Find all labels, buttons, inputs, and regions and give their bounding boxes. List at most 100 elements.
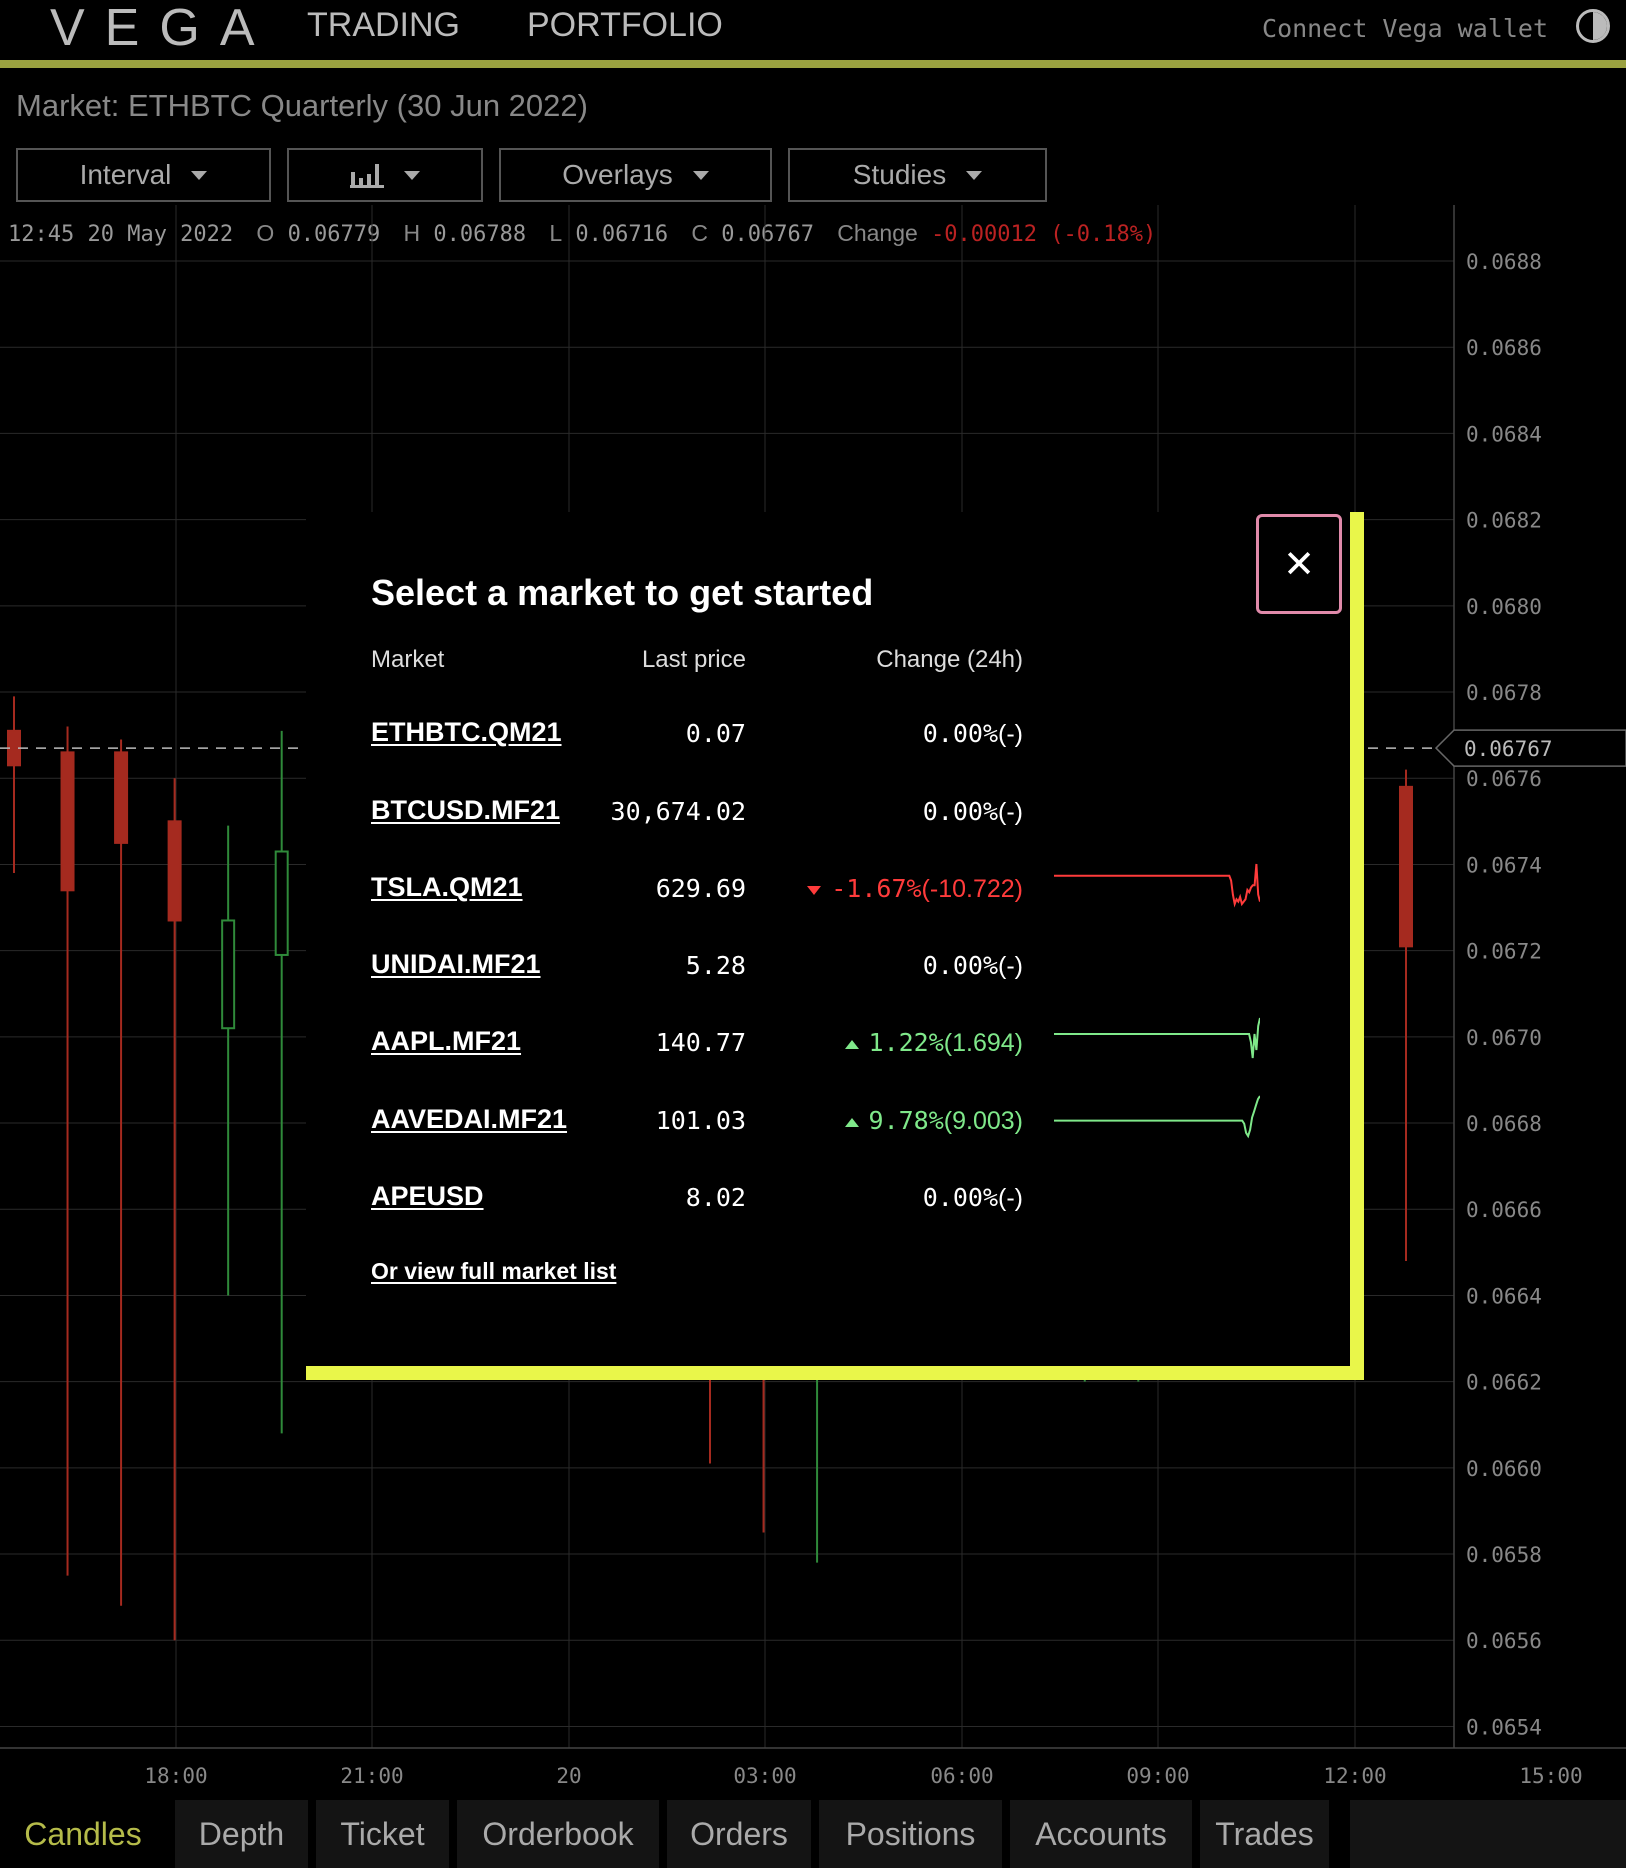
sparkline (1054, 863, 1260, 908)
change-percent: 1.22% (868, 1028, 944, 1057)
tab-trades[interactable]: Trades (1200, 1800, 1329, 1868)
market-link[interactable]: APEUSD (371, 1181, 484, 1212)
tab-depth[interactable]: Depth (175, 1800, 308, 1868)
market-link[interactable]: AAVEDAI.MF21 (371, 1104, 567, 1135)
change-percent: -1.67% (831, 874, 922, 903)
x-tick-label: 15:00 (1519, 1764, 1582, 1788)
change-24h: 9.78%(9.003) (844, 1106, 1023, 1136)
y-tick-label: 0.0676 (1466, 767, 1542, 791)
tab-positions[interactable]: Positions (819, 1800, 1002, 1868)
y-tick-label: 0.0662 (1466, 1371, 1542, 1395)
y-tick-label: 0.0678 (1466, 681, 1542, 705)
nav-portfolio[interactable]: PORTFOLIO (527, 6, 723, 45)
chart-type-dropdown[interactable] (287, 148, 483, 202)
market-title: Market: ETHBTC Quarterly (30 Jun 2022) (16, 88, 588, 123)
market-link[interactable]: TSLA.QM21 (371, 872, 523, 903)
y-tick-label: 0.0660 (1466, 1457, 1542, 1481)
last-price: 629.69 (655, 874, 746, 903)
market-link[interactable]: ETHBTC.QM21 (371, 717, 562, 748)
change-percent: 0.00% (922, 719, 999, 748)
market-row[interactable]: ETHBTC.QM21 0.07 0.00%(-) (0, 717, 1626, 757)
x-tick-label: 18:00 (144, 1764, 207, 1788)
theme-toggle-icon[interactable] (1576, 9, 1610, 43)
y-tick-label: 0.0658 (1466, 1543, 1542, 1567)
vega-logo[interactable]: VEGA (50, 0, 275, 58)
y-tick-label: 0.0686 (1466, 336, 1542, 360)
market-select-modal (306, 512, 1364, 1380)
studies-dropdown[interactable]: Studies (788, 148, 1047, 202)
overlays-dropdown[interactable]: Overlays (499, 148, 772, 202)
change-percent: 9.78% (868, 1106, 944, 1135)
interval-dropdown[interactable]: Interval (16, 148, 271, 202)
last-price: 101.03 (655, 1106, 746, 1135)
chevron-down-icon (404, 170, 420, 180)
chevron-down-icon (191, 170, 208, 180)
tab-accounts[interactable]: Accounts (1010, 1800, 1192, 1868)
market-row[interactable]: BTCUSD.MF21 30,674.02 0.00%(-) (0, 795, 1626, 835)
change-absolute: (-) (998, 952, 1023, 980)
sparkline-path (1054, 1095, 1260, 1139)
close-icon: ✕ (1283, 542, 1315, 586)
x-tick-label: 12:00 (1323, 1764, 1386, 1788)
x-tick-label: 03:00 (733, 1764, 796, 1788)
change-24h: 0.00%(-) (923, 719, 1023, 749)
header-last-price: Last price (641, 646, 746, 673)
nav-trading[interactable]: TRADING (307, 6, 460, 45)
last-price: 0.07 (685, 719, 746, 748)
y-tick-label: 0.0654 (1466, 1715, 1542, 1739)
change-24h: 0.00%(-) (923, 797, 1023, 827)
header-change: Change (24h) (876, 646, 1023, 673)
sparkline-path (1054, 863, 1260, 908)
change-24h: 0.00%(-) (923, 951, 1023, 981)
change-absolute: (9.003) (943, 1107, 1023, 1135)
tab-orders[interactable]: Orders (667, 1800, 811, 1868)
panel-tabs: Candles Depth Ticket Orderbook Orders Positio… (0, 1800, 1626, 1868)
last-price: 8.02 (685, 1183, 746, 1212)
market-row[interactable]: TSLA.QM21 629.69 -1.67%(-10.722) (0, 863, 1626, 912)
x-tick-label: 21:00 (340, 1764, 403, 1788)
y-tick-label: 0.0680 (1466, 595, 1542, 619)
market-row[interactable]: UNIDAI.MF21 5.28 0.00%(-) (0, 949, 1626, 989)
change-24h: -1.67%(-10.722) (807, 874, 1023, 904)
close-button[interactable]: ✕ (1256, 514, 1342, 614)
chevron-down-icon (692, 170, 709, 180)
x-tick-label: 09:00 (1126, 1764, 1189, 1788)
change-absolute: (-) (998, 798, 1023, 826)
y-tick-label: 0.0688 (1466, 250, 1542, 274)
x-tick-label: 20 (556, 1764, 581, 1788)
market-row[interactable]: APEUSD 8.02 0.00%(-) (0, 1181, 1626, 1221)
market-link[interactable]: AAPL.MF21 (371, 1026, 521, 1057)
arrow-up-icon (844, 1117, 859, 1127)
change-absolute: (-) (998, 720, 1023, 748)
last-price: 30,674.02 (610, 797, 746, 826)
sparkline-path (1054, 1017, 1260, 1059)
y-tick-label: 0.0664 (1466, 1284, 1542, 1308)
tab-candles[interactable]: Candles (0, 1800, 166, 1868)
market-link[interactable]: UNIDAI.MF21 (371, 949, 541, 980)
arrow-down-icon (807, 885, 822, 895)
top-bar: VEGA TRADING PORTFOLIO Connect Vega wall… (0, 0, 1626, 68)
sparkline (1054, 1017, 1260, 1059)
arrow-up-icon (844, 1039, 859, 1049)
connect-wallet-button[interactable]: Connect Vega wallet (1262, 14, 1548, 43)
last-price: 5.28 (685, 951, 746, 980)
change-percent: 0.00% (922, 797, 999, 826)
change-percent: 0.00% (922, 951, 999, 980)
tab-orderbook[interactable]: Orderbook (457, 1800, 659, 1868)
sparkline (1054, 1095, 1260, 1139)
change-absolute: (1.694) (943, 1029, 1023, 1057)
market-row[interactable]: AAVEDAI.MF21 101.03 9.78%(9.003) (0, 1095, 1626, 1144)
y-tick-label: 0.0656 (1466, 1629, 1542, 1653)
y-tick-label: 0.0684 (1466, 422, 1542, 446)
modal-title: Select a market to get started (371, 572, 874, 613)
chevron-down-icon (966, 170, 983, 180)
full-market-list-link[interactable]: Or view full market list (371, 1258, 616, 1285)
candlestick-icon (350, 164, 384, 188)
tab-bar-filler (1350, 1800, 1626, 1868)
tab-ticket[interactable]: Ticket (316, 1800, 449, 1868)
change-absolute: (-) (998, 1184, 1023, 1212)
market-row[interactable]: AAPL.MF21 140.77 1.22%(1.694) (0, 1017, 1626, 1066)
studies-label: Studies (852, 159, 947, 190)
market-link[interactable]: BTCUSD.MF21 (371, 795, 560, 826)
overlays-label: Overlays (562, 159, 673, 190)
